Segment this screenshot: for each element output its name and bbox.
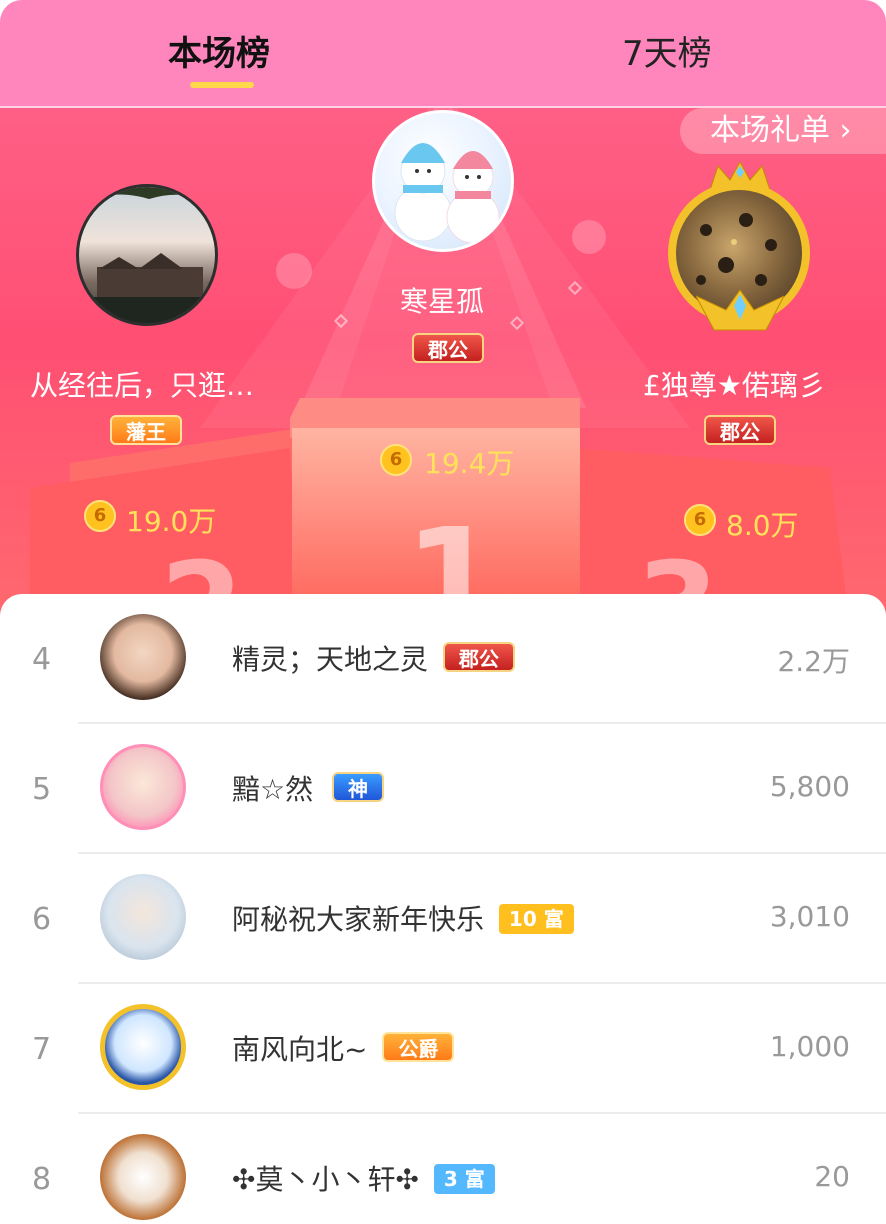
top1-name: 寒星孤 <box>400 285 485 318</box>
rank-number: 6 <box>32 902 52 937</box>
coin-icon: 6 <box>380 444 412 476</box>
rank-number: 4 <box>32 642 52 677</box>
contribution-score: 20 <box>814 1160 850 1193</box>
landscape-photo <box>79 187 215 323</box>
list-item[interactable]: 4 精灵；天地之灵 郡公 2.2万 <box>0 594 886 724</box>
tab-this-session[interactable]: 本场榜 <box>168 26 270 75</box>
tab-active-indicator <box>190 82 254 88</box>
user-name: 南风向北~ 公爵 <box>232 1028 455 1068</box>
avatar[interactable] <box>100 744 186 830</box>
top2-level-badge: 藩王 <box>110 415 182 445</box>
user-name: 黯☆然 神 <box>232 768 385 808</box>
list-item[interactable]: 6 阿秘祝大家新年快乐 10 富 3,010 <box>0 854 886 984</box>
wealth-badge: 10 富 <box>498 904 574 934</box>
level-badge: 神 <box>332 772 385 802</box>
ranking-list: 4 精灵；天地之灵 郡公 2.2万 5 黯☆然 神 5,800 6 阿秘祝大家新… <box>0 594 886 1224</box>
user-name: 精灵；天地之灵 郡公 <box>232 638 515 678</box>
top3-name: £独尊★偌璃彡 <box>643 369 826 402</box>
tab-7-days[interactable]: 7天榜 <box>622 26 712 75</box>
list-item[interactable]: 7 南风向北~ 公爵 1,000 <box>0 984 886 1114</box>
frame-wings-icon <box>696 289 784 331</box>
top3-level-badge: 郡公 <box>704 415 776 445</box>
top2-name: 从经往后，只逛… <box>30 369 255 402</box>
level-badge: 郡公 <box>442 642 515 672</box>
user-name: ✣莫丶小丶轩✣ 3 富 <box>232 1158 495 1198</box>
top2-score: 19.0万 <box>126 505 217 538</box>
avatar-rank-1[interactable] <box>372 110 514 252</box>
contribution-score: 1,000 <box>769 1030 850 1063</box>
rank-tab-bar: 本场榜 7天榜 <box>0 0 886 108</box>
rank-number: 8 <box>32 1162 52 1197</box>
contribution-score: 2.2万 <box>777 645 850 678</box>
rank-number: 5 <box>32 772 52 807</box>
decor-bubble <box>572 220 606 254</box>
list-item[interactable]: 5 黯☆然 神 5,800 <box>0 724 886 854</box>
wealth-badge: 3 富 <box>433 1164 495 1194</box>
decor-bubble <box>276 253 312 289</box>
avatar[interactable] <box>100 1004 186 1090</box>
rank-number: 7 <box>32 1032 52 1067</box>
snowman-icon <box>394 143 500 244</box>
gift-list-button[interactable]: 本场礼单 › <box>680 108 886 154</box>
avatar[interactable] <box>100 1134 186 1220</box>
level-badge: 公爵 <box>382 1032 455 1062</box>
coin-icon: 6 <box>84 500 116 532</box>
list-item[interactable]: 8 ✣莫丶小丶轩✣ 3 富 20 <box>0 1114 886 1224</box>
avatar[interactable] <box>100 614 186 700</box>
top1-score: 19.4万 <box>424 447 515 480</box>
contribution-score: 5,800 <box>769 770 850 803</box>
top1-level-badge: 郡公 <box>412 333 484 363</box>
coin-icon: 6 <box>684 504 716 536</box>
contribution-score: 3,010 <box>769 900 850 933</box>
avatar-rank-2[interactable] <box>76 184 218 326</box>
user-name: 阿秘祝大家新年快乐 10 富 <box>232 898 574 938</box>
top3-score: 8.0万 <box>726 509 799 542</box>
avatar[interactable] <box>100 874 186 960</box>
